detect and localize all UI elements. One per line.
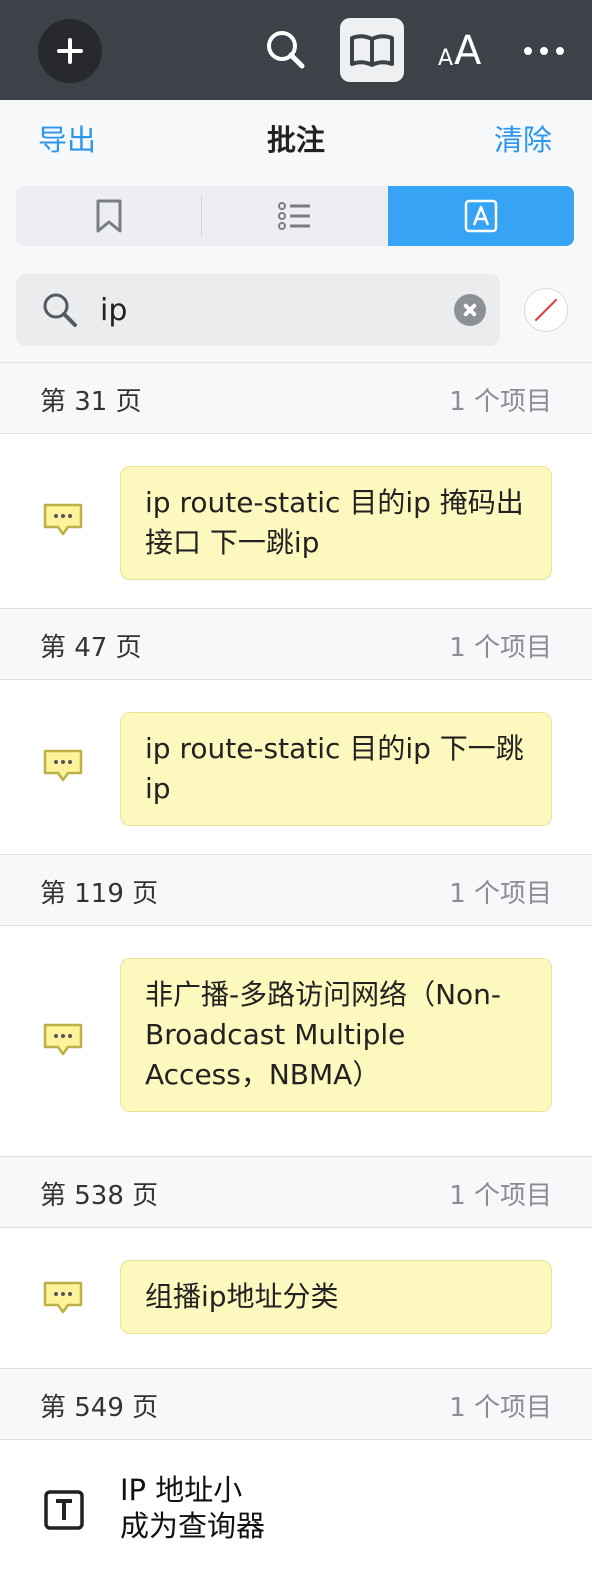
section-header: 第 119 页 1 个项目 xyxy=(0,854,592,926)
tab-bookmarks[interactable] xyxy=(16,186,202,246)
tab-annotations[interactable] xyxy=(388,186,574,246)
clear-button[interactable]: 清除 xyxy=(494,120,552,160)
list-item[interactable]: ip route-static 目的ip 掩码出接口 下一跳ip xyxy=(0,434,592,608)
top-toolbar: A A xyxy=(0,0,592,100)
page-number: 第 119 页 xyxy=(40,879,159,909)
font-size-icon[interactable]: A A xyxy=(434,20,494,80)
panel-title: 批注 xyxy=(266,123,325,157)
font-big-label: A xyxy=(454,28,482,74)
page-number: 第 47 页 xyxy=(40,633,142,663)
list-item[interactable]: 非广播-多路访问网络（Non-Broadcast Multiple Access… xyxy=(0,926,592,1156)
note-icon xyxy=(43,1023,83,1056)
tab-contents[interactable] xyxy=(202,186,388,246)
item-count: 1 个项目 xyxy=(449,633,552,663)
list-item[interactable]: ip route-static 目的ip 下一跳ip xyxy=(0,680,592,854)
search-input[interactable] xyxy=(100,288,440,332)
page-number: 第 538 页 xyxy=(40,1181,159,1211)
search-icon[interactable] xyxy=(256,20,316,80)
section-header: 第 31 页 1 个项目 xyxy=(0,362,592,434)
item-count: 1 个项目 xyxy=(449,1181,552,1211)
annotations-panel-header: 导出 批注 清除 xyxy=(0,100,592,362)
note-card: ip route-static 目的ip 下一跳ip xyxy=(120,712,552,826)
section-header: 第 538 页 1 个项目 xyxy=(0,1156,592,1228)
note-icon xyxy=(43,749,83,782)
plus-icon[interactable] xyxy=(38,19,102,83)
search-icon xyxy=(43,293,77,327)
book-icon[interactable] xyxy=(340,18,404,82)
view-segmented-control xyxy=(16,186,574,246)
item-count: 1 个项目 xyxy=(449,1393,552,1423)
page-number: 第 31 页 xyxy=(40,387,142,417)
item-count: 1 个项目 xyxy=(449,387,552,417)
text-annotation: IP 地址小 成为查询器 xyxy=(120,1472,265,1544)
text-icon xyxy=(44,1490,84,1530)
note-card: ip route-static 目的ip 掩码出接口 下一跳ip xyxy=(120,466,552,580)
note-icon xyxy=(43,503,83,536)
annotation-icon xyxy=(464,199,498,233)
page-number: 第 549 页 xyxy=(40,1393,159,1423)
export-button[interactable]: 导出 xyxy=(38,120,96,160)
font-small-label: A xyxy=(438,46,454,71)
note-icon xyxy=(43,1281,83,1314)
highlight-color-filter-button[interactable] xyxy=(524,288,568,332)
item-count: 1 个项目 xyxy=(449,879,552,909)
section-header: 第 549 页 1 个项目 xyxy=(0,1368,592,1440)
more-icon[interactable] xyxy=(522,20,572,80)
list-icon xyxy=(278,202,310,230)
search-field xyxy=(16,274,500,346)
note-card: 非广播-多路访问网络（Non-Broadcast Multiple Access… xyxy=(120,958,552,1112)
section-header: 第 47 页 1 个项目 xyxy=(0,608,592,680)
clear-search-icon[interactable] xyxy=(454,294,486,326)
annotation-list: 第 31 页 1 个项目 ip route-static 目的ip 掩码出接口 … xyxy=(0,362,592,1580)
text-line: IP 地址小 xyxy=(120,1473,243,1507)
bookmark-icon xyxy=(96,199,122,233)
note-card: 组播ip地址分类 xyxy=(120,1260,552,1334)
text-line: 成为查询器 xyxy=(120,1509,266,1543)
list-item[interactable]: IP 地址小 成为查询器 xyxy=(0,1440,592,1580)
list-item[interactable]: 组播ip地址分类 xyxy=(0,1228,592,1368)
